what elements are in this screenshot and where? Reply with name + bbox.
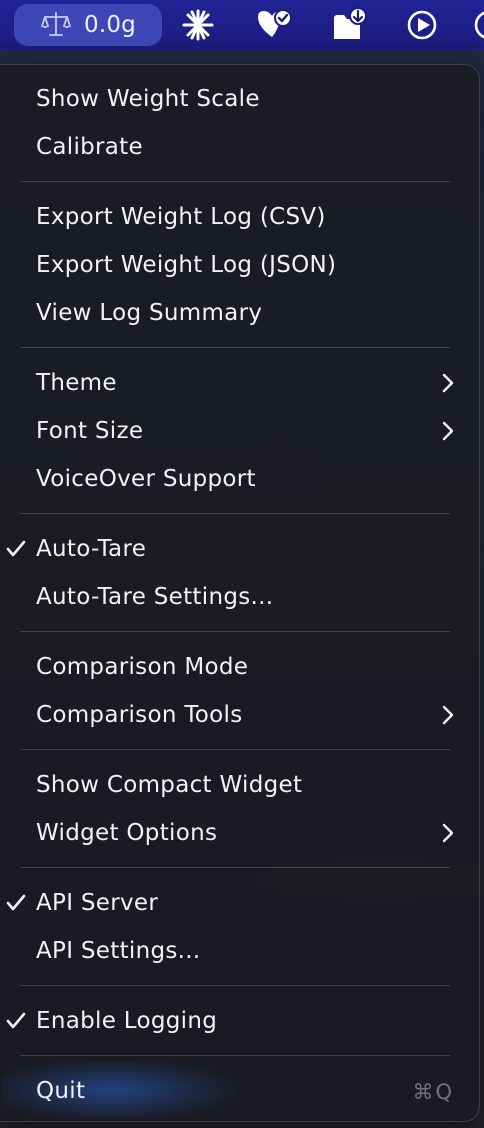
- menu-separator: [20, 513, 450, 514]
- menu-separator: [20, 631, 450, 632]
- menu-item-api-server[interactable]: API Server: [6, 881, 460, 925]
- menu-item-show-weight-scale[interactable]: Show Weight Scale: [36, 77, 460, 121]
- checkmark-icon: [6, 881, 26, 925]
- chevron-right-icon: [442, 409, 454, 453]
- weight-status-item[interactable]: 0.0g: [14, 4, 162, 46]
- menu-item-voiceover-support[interactable]: VoiceOver Support: [36, 457, 460, 501]
- checkmark-icon: [6, 999, 26, 1043]
- menu-item-theme[interactable]: Theme: [36, 361, 460, 405]
- menu-item-calibrate[interactable]: Calibrate: [36, 125, 460, 169]
- menu-separator: [20, 985, 450, 986]
- menu-item-comparison-mode[interactable]: Comparison Mode: [36, 645, 460, 689]
- weight-readout: 0.0g: [84, 12, 136, 38]
- menu-item-widget-options[interactable]: Widget Options: [36, 811, 460, 855]
- quit-shortcut: ⌘Q: [412, 1080, 454, 1104]
- menu-separator: [20, 181, 450, 182]
- checklist-heart-icon[interactable]: [255, 6, 293, 44]
- scale-icon: [40, 10, 72, 40]
- menu-bar: 0.0g: [0, 0, 484, 50]
- menu-separator: [20, 867, 450, 868]
- menu-item-enable-logging[interactable]: Enable Logging: [6, 999, 460, 1043]
- menu-item-comparison-tools[interactable]: Comparison Tools: [36, 693, 460, 737]
- sparkle-icon[interactable]: [179, 6, 217, 44]
- menu-separator: [20, 749, 450, 750]
- menu-item-show-compact-widget[interactable]: Show Compact Widget: [36, 763, 460, 807]
- menu-item-export-json[interactable]: Export Weight Log (JSON): [36, 243, 460, 287]
- partial-menubar-icon[interactable]: [470, 6, 484, 44]
- chevron-right-icon: [442, 361, 454, 405]
- menu-item-font-size[interactable]: Font Size: [36, 409, 460, 453]
- menu-item-auto-tare[interactable]: Auto-Tare: [6, 527, 460, 571]
- play-circle-icon[interactable]: [403, 6, 441, 44]
- chevron-right-icon: [442, 693, 454, 737]
- menu-item-quit[interactable]: Quit: [36, 1069, 460, 1113]
- folder-download-icon[interactable]: [331, 6, 369, 44]
- menu-separator: [20, 1055, 450, 1056]
- checkmark-icon: [6, 527, 26, 571]
- chevron-right-icon: [442, 811, 454, 855]
- menu-item-export-csv[interactable]: Export Weight Log (CSV): [36, 195, 460, 239]
- menu-item-view-log-summary[interactable]: View Log Summary: [36, 291, 460, 335]
- menu-separator: [20, 347, 450, 348]
- menu-item-api-settings[interactable]: API Settings...: [36, 929, 460, 973]
- menu-item-auto-tare-settings[interactable]: Auto-Tare Settings...: [36, 575, 460, 619]
